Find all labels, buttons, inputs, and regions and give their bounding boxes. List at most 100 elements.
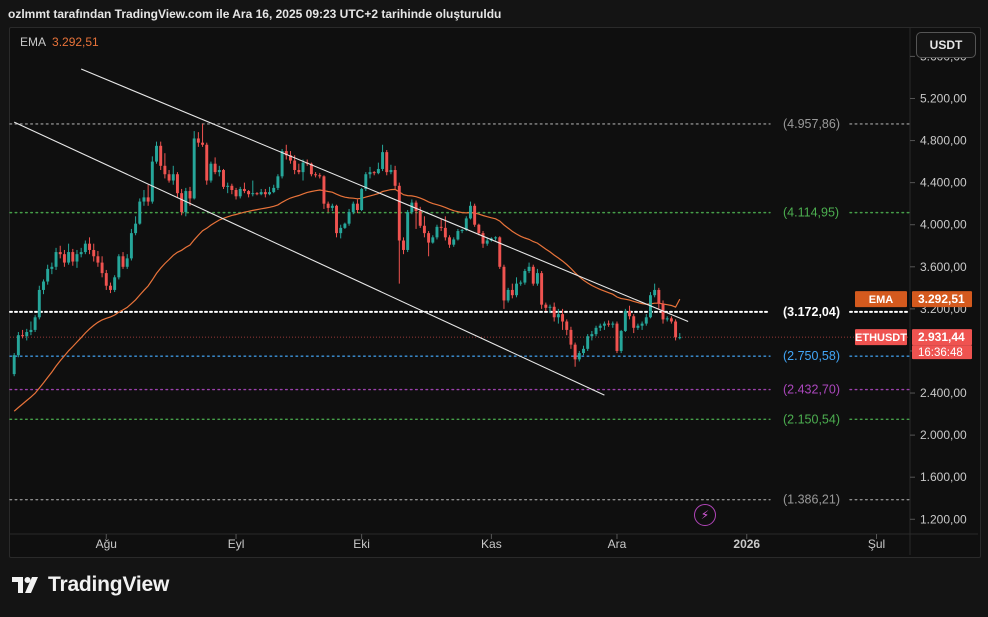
candle-body-up [590,334,594,337]
candle-body-up [351,203,355,213]
candle-body-up [594,327,598,335]
candle-body-down [163,165,167,175]
candle-body-down [615,323,619,351]
candle-body-down [247,191,251,195]
candle-body-down [96,256,100,263]
candle-body-up [636,325,640,328]
candle-body-up [226,185,230,187]
candle-body-up [171,174,175,181]
level-label: (3.172,04) [783,305,840,319]
candle-body-up [598,325,602,328]
currency-button[interactable]: USDT [916,32,976,58]
candle-body-down [314,174,318,176]
candle-body-down [121,256,125,267]
candle-body-down [385,152,389,173]
x-tick-label: Eki [353,537,370,551]
lightning-icon[interactable]: ⚡ [694,504,716,526]
candle-body-up [217,170,221,173]
ema-legend-value: 3.292,51 [52,35,99,49]
candle-body-up [25,332,29,337]
candle-body-down [669,318,673,322]
x-tick-label: Ara [608,537,627,551]
candle-body-up [238,188,242,197]
candle-body-up [678,337,682,339]
candle-body-down [167,174,171,181]
candle-body-up [343,223,347,228]
candle-body-down [242,188,246,192]
candle-body-up [619,330,623,351]
x-tick-label: 2026 [733,537,760,551]
candle-body-up [368,172,372,175]
candle-body-down [402,240,405,250]
candle-body-down [88,243,91,250]
candle-body-up [276,176,280,188]
y-tick-label: 4.400,00 [920,176,967,190]
candle-body-down [448,237,451,245]
candle-body-up [452,239,456,245]
candle-body-up [16,335,20,356]
candle-body-down [498,237,502,267]
candle-body-up [268,192,271,195]
candle-body-up [347,212,351,224]
candle-body-down [109,285,112,290]
candle-body-down [502,266,506,301]
candle-body-up [280,151,284,177]
candle-body-down [427,233,431,243]
level-label: (2.150,54) [783,412,840,426]
candle-body-down [510,289,514,296]
candle-body-up [125,258,129,267]
candle-body-up [435,226,439,238]
candle-body-up [37,289,41,318]
candle-body-down [565,321,569,330]
candle-body-up [644,317,648,324]
candle-body-up [523,271,527,283]
candle-body-down [397,185,401,241]
candle-body-down [540,273,544,305]
candle-body-down [674,321,678,338]
candlestick-chart[interactable]: 1.200,001.600,002.000,002.400,002.800,00… [0,0,988,617]
candle-body-down [443,227,447,238]
candle-body-up [456,231,460,240]
candle-body-up [640,323,644,326]
candle-body-down [473,205,477,225]
candle-body-up [376,168,380,174]
candle-body-down [201,142,205,145]
candle-body-down [213,163,217,173]
y-tick-label: 2.400,00 [920,386,967,400]
candle-body-up [611,323,615,325]
candle-body-up [577,353,581,360]
candle-body-down [92,249,96,257]
candle-body-down [180,193,184,213]
candle-body-up [548,306,552,308]
candle-body-down [230,185,234,191]
tradingview-logo: TradingView [12,573,169,597]
candle-body-up [556,314,560,318]
candle-body-down [205,144,209,181]
candle-body-up [494,237,498,239]
candle-body-down [628,310,631,317]
candle-body-up [134,223,138,234]
candle-body-up [586,336,590,349]
candle-body-down [175,174,179,194]
ema-legend[interactable]: EMA 3.292,51 [20,35,99,49]
candle-body-down [318,175,322,177]
candle-body-down [188,191,192,199]
candle-body-down [531,266,535,284]
candle-body-up [129,233,133,259]
candle-body-down [632,316,636,328]
candle-body-down [481,233,485,244]
candle-body-down [159,145,163,166]
candle-body-down [544,304,548,308]
candle-body-down [552,306,556,318]
candle-body-up [192,138,196,199]
candle-body-down [372,172,376,174]
candle-body-down [335,205,338,234]
candle-body-up [301,162,305,173]
candle-body-down [477,224,481,234]
x-tick-label: Eyl [228,537,245,551]
candle-body-up [259,192,263,195]
level-label: (2.750,58) [783,349,840,363]
ema-badge-value: 3.292,51 [918,292,965,306]
ema-legend-label: EMA [20,35,47,49]
candle-body-up [251,193,255,195]
